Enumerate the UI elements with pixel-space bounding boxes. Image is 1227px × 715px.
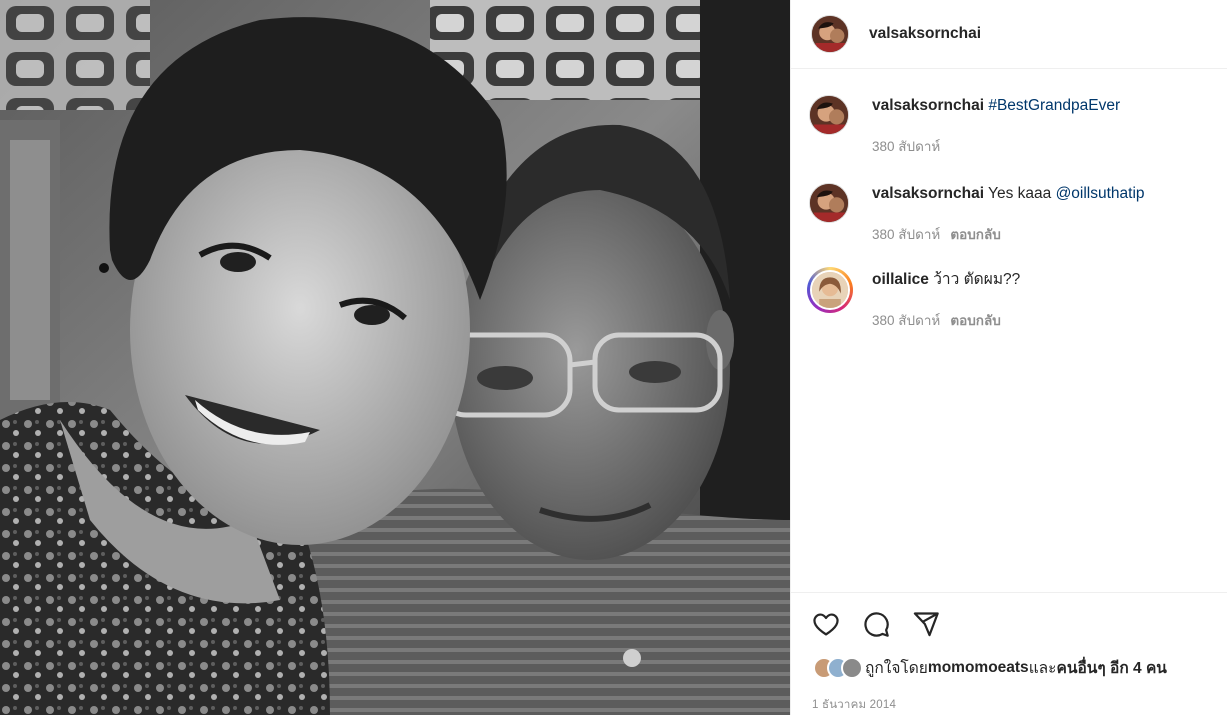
owner-username[interactable]: valsaksornchai [869,25,981,43]
reply-button[interactable]: ตอบกลับ [950,227,1000,242]
comment-text: valsaksornchai Yes kaaa @oillsuthatip [872,183,1145,205]
share-icon [913,612,939,637]
likes-prefix: ถูกใจโดย [865,660,928,677]
others-likes-link[interactable]: คนอื่นๆ อีก 4 คน [1057,655,1167,680]
post-photo-image [0,0,790,715]
likes-summary: ถูกใจโดย momomoeats และ คนอื่นๆ อีก 4 คน [813,655,1167,680]
comment-time[interactable]: 380 สัปดาห์ [872,227,940,242]
liker-avatar [841,656,863,679]
like-button[interactable] [811,609,841,639]
comment-author[interactable]: valsaksornchai [872,185,984,202]
owner-avatar[interactable] [811,15,849,53]
comment-meta: 380 สัปดาห์ [872,135,940,157]
comment-time[interactable]: 380 สัปดาห์ [872,139,940,154]
action-buttons [811,609,941,639]
comment-body: ว้าว ตัดผม?? [933,271,1021,288]
commenter-avatar[interactable] [809,95,849,135]
post-date[interactable]: 1 ธันวาคม 2014 [812,696,896,714]
reply-button[interactable]: ตอบกลับ [950,313,1000,328]
share-button[interactable] [911,609,941,639]
first-liker-link[interactable]: momomoeats [928,659,1029,677]
comment-text: oillalice ว้าว ตัดผม?? [872,269,1020,291]
comment-meta: 380 สัปดาห์ ตอบกลับ [872,309,1001,331]
comment-body: Yes kaaa [988,185,1056,202]
comment-icon [864,612,889,637]
comment-time[interactable]: 380 สัปดาห์ [872,313,940,328]
post-actions-section: ถูกใจโดย momomoeats และ คนอื่นๆ อีก 4 คน… [791,592,1227,715]
post-side-panel: valsaksornchai valsaksornchai #BestGrand… [790,0,1227,715]
comment-author[interactable]: oillalice [872,271,929,288]
comment-text: valsaksornchai #BestGrandpaEver [872,95,1120,117]
hashtag-link[interactable]: #BestGrandpaEver [988,97,1120,114]
mention-link[interactable]: @oillsuthatip [1056,185,1145,202]
commenter-avatar-story-ring[interactable] [807,267,853,313]
likes-connector: และ [1028,660,1057,677]
comment-button[interactable] [861,609,891,639]
comment-meta: 380 สัปดาห์ ตอบกลับ [872,223,1001,245]
comment-author[interactable]: valsaksornchai [872,97,984,114]
commenter-avatar[interactable] [809,183,849,223]
post-photo[interactable] [0,0,790,715]
liker-avatars[interactable] [813,656,863,679]
post-header: valsaksornchai [791,0,1227,69]
heart-icon [813,613,839,636]
